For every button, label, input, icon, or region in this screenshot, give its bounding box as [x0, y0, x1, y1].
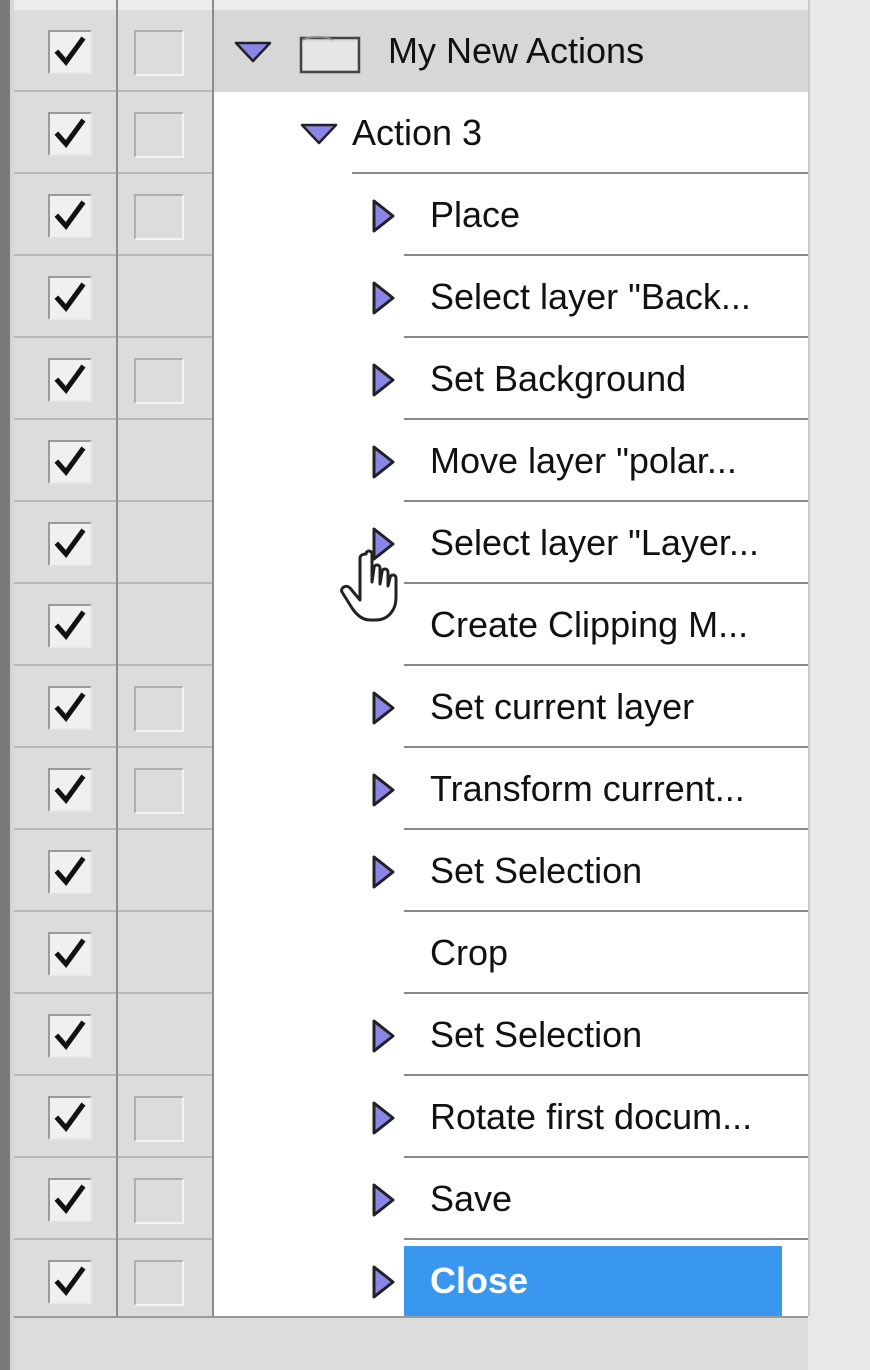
dialog-toggle[interactable] [134, 30, 184, 76]
include-toggle-checkbox[interactable] [48, 850, 92, 894]
include-toggle-checkbox[interactable] [48, 522, 92, 566]
action-step-row[interactable]: Place [14, 174, 808, 256]
action-step-label: Select layer "Layer... [430, 522, 759, 563]
include-toggle-checkbox[interactable] [48, 686, 92, 730]
include-toggle-checkbox[interactable] [48, 112, 92, 156]
include-toggle-checkbox[interactable] [48, 1096, 92, 1140]
dialog-toggle[interactable] [134, 1260, 184, 1306]
panel-bottom-bar [14, 1316, 808, 1370]
action-step-label: Close [404, 1246, 782, 1316]
dialog-toggle[interactable] [134, 768, 184, 814]
actions-panel: My New Actions Action 3 Place Select layer … [0, 0, 870, 1370]
expand-triangle-icon[interactable] [300, 122, 338, 146]
action-step-label: Rotate first docum... [430, 1096, 753, 1137]
action-step-row[interactable]: Set Background [14, 338, 808, 420]
action-step-label: Set Selection [430, 850, 643, 891]
include-toggle-checkbox[interactable] [48, 1014, 92, 1058]
expand-triangle-icon[interactable] [370, 198, 396, 234]
column-divider [116, 0, 118, 1316]
include-toggle-checkbox[interactable] [48, 1178, 92, 1222]
dialog-toggle[interactable] [134, 112, 184, 158]
include-toggle-checkbox[interactable] [48, 358, 92, 402]
action-set-name: My New Actions [388, 30, 645, 71]
action-step-row[interactable]: Rotate first docum... [14, 1076, 808, 1158]
column-divider [212, 0, 214, 1316]
action-step-label: Place [430, 194, 521, 235]
expand-triangle-icon[interactable] [370, 1018, 396, 1054]
include-toggle-checkbox[interactable] [48, 604, 92, 648]
action-step-row[interactable]: Close [14, 1240, 808, 1322]
dialog-toggle[interactable] [134, 1096, 184, 1142]
action-step-label: Create Clipping M... [430, 604, 749, 645]
action-step-row[interactable]: Set Selection [14, 830, 808, 912]
action-step-row[interactable]: Save [14, 1158, 808, 1240]
include-toggle-checkbox[interactable] [48, 194, 92, 238]
dialog-toggle[interactable] [134, 1178, 184, 1224]
action-step-row[interactable]: Select layer "Layer... [14, 502, 808, 584]
action-step-row[interactable]: Select layer "Back... [14, 256, 808, 338]
folder-icon [299, 36, 361, 74]
hand-cursor-icon [340, 549, 398, 622]
expand-triangle-icon[interactable] [234, 40, 272, 64]
include-toggle-checkbox[interactable] [48, 1260, 92, 1304]
expand-triangle-icon[interactable] [370, 1100, 396, 1136]
panel-scroll-gutter[interactable] [808, 0, 870, 1370]
action-step-row[interactable]: Set Selection [14, 994, 808, 1076]
action-step-row[interactable]: Transform current... [14, 748, 808, 830]
include-toggle-checkbox[interactable] [48, 768, 92, 812]
dialog-toggle[interactable] [134, 194, 184, 240]
expand-triangle-icon[interactable] [370, 690, 396, 726]
action-step-label: Move layer "polar... [430, 440, 737, 481]
expand-triangle-icon[interactable] [370, 772, 396, 808]
action-step-label: Save [430, 1178, 513, 1219]
expand-triangle-icon[interactable] [370, 1182, 396, 1218]
expand-triangle-icon[interactable] [370, 1264, 396, 1300]
action-step-row[interactable]: Crop [14, 912, 808, 994]
include-toggle-checkbox[interactable] [48, 276, 92, 320]
action-set-row[interactable]: My New Actions [14, 10, 808, 92]
action-step-row[interactable]: Create Clipping M... [14, 584, 808, 666]
action-step-label: Select layer "Back... [430, 276, 751, 317]
action-step-label: Transform current... [430, 768, 745, 809]
dialog-toggle[interactable] [134, 358, 184, 404]
action-name: Action 3 [352, 112, 483, 153]
action-step-row[interactable]: Move layer "polar... [14, 420, 808, 502]
action-step-label: Crop [430, 932, 509, 973]
action-step-label: Set Selection [430, 1014, 643, 1055]
action-row[interactable]: Action 3 [14, 92, 808, 174]
dialog-toggle[interactable] [134, 686, 184, 732]
action-step-label: Set current layer [430, 686, 695, 727]
include-toggle-checkbox[interactable] [48, 440, 92, 484]
action-step-row[interactable]: Set current layer [14, 666, 808, 748]
expand-triangle-icon[interactable] [370, 362, 396, 398]
expand-triangle-icon[interactable] [370, 854, 396, 890]
include-toggle-checkbox[interactable] [48, 932, 92, 976]
expand-triangle-icon[interactable] [370, 444, 396, 480]
action-step-label: Set Background [430, 358, 687, 399]
include-toggle-checkbox[interactable] [48, 30, 92, 74]
expand-triangle-icon[interactable] [370, 280, 396, 316]
panel-left-edge [0, 0, 10, 1370]
